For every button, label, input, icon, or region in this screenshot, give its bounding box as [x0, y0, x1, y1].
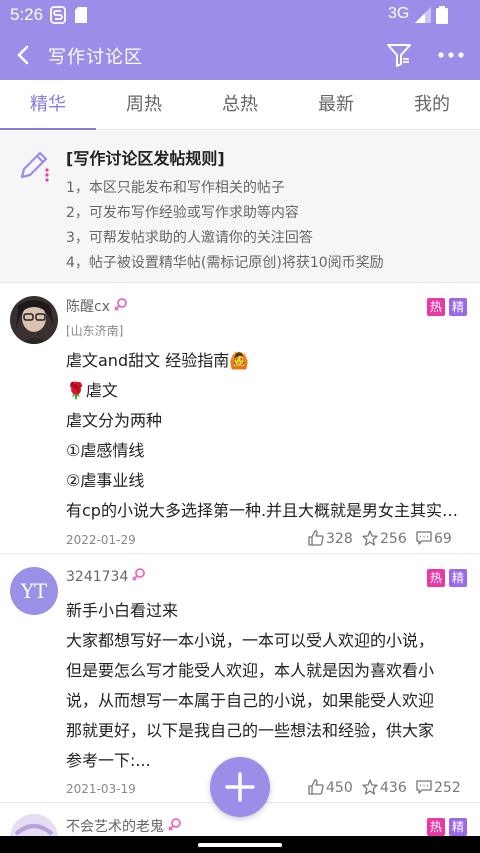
status-time: 5:26 [10, 5, 44, 24]
plus-icon [225, 772, 255, 802]
like-count-value: 328 [326, 531, 353, 547]
like-count-value: 450 [326, 780, 353, 796]
tab-bar: 精华 周热 总热 最新 我的 [0, 80, 480, 130]
username[interactable]: 陈醒cx [66, 296, 129, 316]
post-text-line: 参考一下:... [66, 751, 151, 770]
username-text: 3241734 [66, 569, 129, 585]
signal-icon [415, 7, 431, 23]
female-gender-icon [168, 818, 181, 831]
rule-line: 2，可发布写作经验或写作求助等内容 [66, 205, 299, 221]
post-text-line: 大家都想写好一本小说，一本可以受人欢迎的小说， [66, 631, 435, 650]
post-card[interactable]: 陈醒cx [山东济南] 热 精 虐文and甜文 经验指南🙆 🌹虐文 虐文分为两种… [0, 284, 480, 554]
star-icon [362, 530, 378, 546]
rule-line: 1，本区只能发布和写作相关的帖子 [66, 180, 285, 196]
favorite-count[interactable]: 256 [362, 530, 407, 547]
user-avatar[interactable] [10, 814, 58, 836]
post-text-line: 虐文分为两种 [66, 411, 163, 430]
tab-weekly-hot[interactable]: 周热 [96, 80, 192, 130]
username-text: 陈醒cx [66, 299, 110, 315]
username[interactable]: 3241734 [66, 567, 147, 585]
more-options-icon[interactable] [436, 42, 466, 68]
post-title: 虐文and甜文 经验指南🙆 [66, 351, 250, 370]
sync-app-icon [50, 6, 66, 24]
favorite-count[interactable]: 436 [362, 779, 407, 796]
post-text-line: ①虐感情线 [66, 441, 145, 460]
essence-badge: 精 [449, 298, 467, 316]
tab-essence[interactable]: 精华 [0, 80, 96, 130]
comment-count[interactable]: 69 [416, 530, 452, 547]
thumbs-up-icon [308, 779, 324, 795]
essence-badge: 精 [449, 818, 467, 836]
post-text-line: 有cp的小说大多选择第一种.并且大概就是男女主其实是相爱的，但是因为种种原因 [66, 501, 468, 520]
like-count[interactable]: 328 [308, 530, 353, 547]
pencil-icon [20, 151, 49, 182]
avatar-photo-icon [10, 814, 58, 836]
post-date: 2022-01-29 [66, 533, 136, 547]
app-bar: 写作讨论区 [0, 30, 480, 80]
system-navigation-bar [0, 836, 480, 853]
post-date: 2021-03-19 [66, 782, 136, 796]
status-bar: 5:26 3G [0, 0, 480, 30]
post-text-line: ②虐事业线 [66, 471, 145, 490]
rule-line: 4，帖子被设置精华帖(需标记原创)将获10阅币奖励 [66, 255, 384, 271]
comment-icon [416, 780, 432, 794]
avatar-photo-icon [10, 296, 58, 344]
tab-indicator [0, 128, 96, 130]
post-text-line: 🌹虐文 [66, 381, 118, 400]
posting-rules[interactable]: [写作讨论区发帖规则] 1，本区只能发布和写作相关的帖子 2，可发布写作经验或写… [0, 131, 480, 283]
female-gender-icon [132, 568, 146, 581]
tab-all-time-hot[interactable]: 总热 [192, 80, 288, 130]
comment-count-value: 69 [434, 531, 452, 547]
tab-mine[interactable]: 我的 [384, 80, 480, 130]
female-gender-icon [114, 298, 127, 311]
create-post-button[interactable] [210, 757, 270, 817]
battery-icon [436, 6, 448, 24]
tab-latest[interactable]: 最新 [288, 80, 384, 130]
username-text: 不会艺术的老鬼 [66, 819, 164, 835]
filter-icon[interactable] [386, 42, 412, 68]
page-title: 写作讨论区 [48, 47, 143, 68]
hot-badge: 热 [427, 298, 445, 316]
favorite-count-value: 436 [380, 780, 407, 796]
back-arrow-icon[interactable] [10, 41, 38, 69]
user-location: [山东济南] [66, 324, 124, 338]
comment-count-value: 252 [434, 780, 461, 796]
username[interactable]: 不会艺术的老鬼 [66, 816, 183, 836]
essence-badge: 精 [449, 569, 467, 587]
user-avatar[interactable] [10, 296, 58, 344]
star-icon [362, 779, 378, 795]
hot-badge: 热 [427, 818, 445, 836]
comment-icon [416, 531, 432, 545]
comment-count[interactable]: 252 [416, 779, 461, 796]
sd-card-icon [75, 7, 87, 23]
rules-title: [写作讨论区发帖规则] [66, 149, 225, 168]
rule-line: 3，可帮发帖求助的人邀请你的关注回答 [66, 230, 313, 246]
post-text-line: 那就更好，以下是我自己的一些想法和经验，供大家 [66, 721, 435, 740]
user-avatar[interactable]: YT [10, 567, 58, 615]
post-text-line: 说，从而想写一本属于自己的小说，如果能受人欢迎 [66, 691, 435, 710]
network-type: 3G [388, 5, 410, 22]
favorite-count-value: 256 [380, 531, 407, 547]
thumbs-up-icon [308, 530, 324, 546]
post-title: 新手小白看过来 [66, 601, 179, 620]
post-text-line: 但是要怎么写才能受人欢迎，本人就是因为喜欢看小 [66, 661, 435, 680]
like-count[interactable]: 450 [308, 779, 353, 796]
home-gesture-handle[interactable] [198, 843, 282, 847]
divider [0, 553, 480, 554]
hot-badge: 热 [427, 569, 445, 587]
